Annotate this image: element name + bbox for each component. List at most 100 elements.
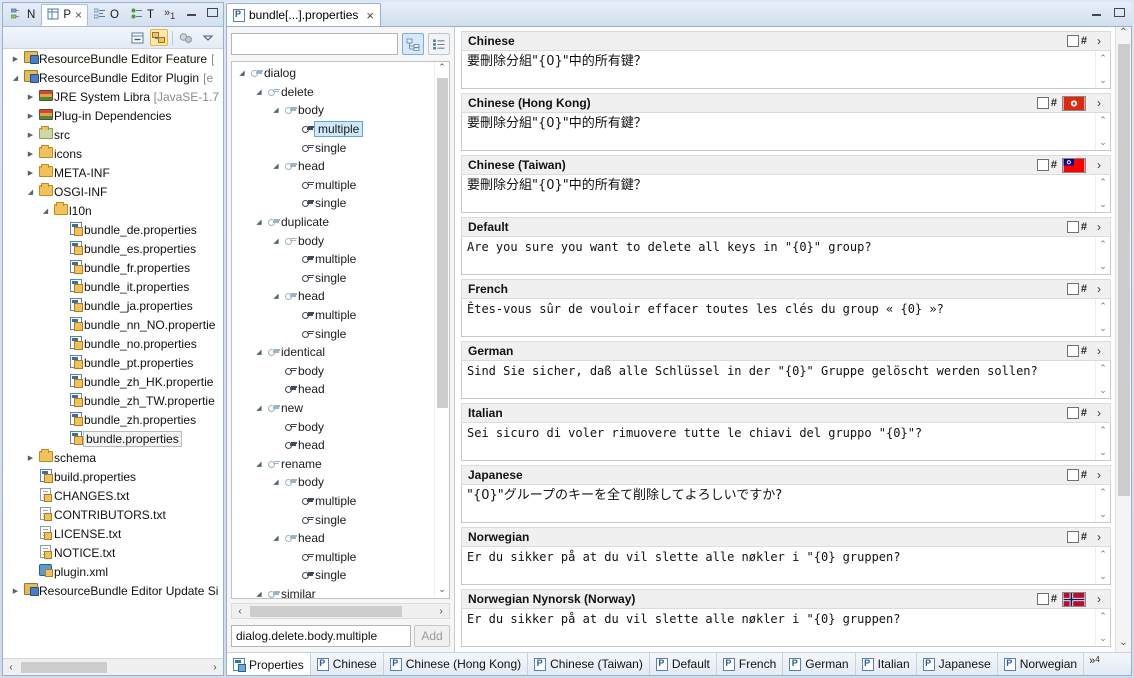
tree-item-bundle-pt-properties[interactable]: bundle_pt.properties: [3, 353, 223, 372]
scroll-up-icon[interactable]: ⌃: [1099, 487, 1107, 498]
textarea-scrollbar[interactable]: ⌃ ⌄: [1095, 485, 1110, 522]
expand-arrow-icon[interactable]: ◢: [253, 460, 265, 468]
translation-textarea[interactable]: 要刪除分組"{0}"中的所有鍵？ ⌃ ⌄: [461, 113, 1111, 151]
scroll-up-icon[interactable]: ⌃: [1099, 53, 1107, 64]
translation-textarea[interactable]: Er du sikker på at du vil slette alle nø…: [461, 609, 1111, 647]
link-with-editor-icon[interactable]: [150, 29, 168, 46]
key-tree-item[interactable]: ◢ body: [232, 231, 434, 250]
key-filter-input[interactable]: [231, 33, 398, 55]
collapse-all-icon[interactable]: [128, 29, 146, 46]
editor-tab-bundle-properties[interactable]: bundle[...].properties ×: [226, 3, 381, 26]
key-tree[interactable]: ◢ dialog ◢ delete ◢ body multiple single ◢ head mu…: [231, 61, 450, 599]
tree-item-bundle-de-properties[interactable]: bundle_de.properties: [3, 220, 223, 239]
bottom-tab-chinese[interactable]: Chinese: [311, 653, 384, 675]
bottom-tab-german[interactable]: German: [783, 653, 856, 675]
textarea-scrollbar[interactable]: ⌃ ⌄: [1095, 361, 1110, 398]
tree-item-bundle-zh-tw-propertie[interactable]: bundle_zh_TW.propertie: [3, 391, 223, 410]
scroll-up-icon[interactable]: ⌃: [1099, 611, 1107, 622]
tree-item-build-properties[interactable]: build.properties: [3, 467, 223, 486]
key-tree-item[interactable]: ◢ body: [232, 473, 434, 492]
key-tree-item[interactable]: body: [232, 417, 434, 436]
scroll-right-icon[interactable]: ›: [433, 606, 449, 617]
key-tree-item[interactable]: multiple: [232, 176, 434, 195]
tree-item-plug-in-dependencies[interactable]: ▶ Plug-in Dependencies: [3, 106, 223, 125]
add-key-button[interactable]: Add: [414, 625, 450, 647]
translation-text[interactable]: Sei sicuro di voler rimuovere tutte le c…: [462, 423, 1095, 460]
key-tree-item[interactable]: ◢ body: [232, 101, 434, 120]
expand-arrow-icon[interactable]: ◢: [270, 292, 282, 300]
scroll-up-icon[interactable]: ⌃: [1116, 27, 1131, 42]
translation-textarea[interactable]: "{0}"グループのキーを全て削除してよろしいですか? ⌃ ⌄: [461, 485, 1111, 523]
tree-item-bundle-zh-properties[interactable]: bundle_zh.properties: [3, 410, 223, 429]
view-tab-package-explorer[interactable]: P ×: [41, 4, 88, 26]
key-tree-vscrollbar[interactable]: ⌃ ⌄: [434, 62, 449, 598]
tree-item-license-txt[interactable]: LICENSE.txt: [3, 524, 223, 543]
scroll-up-icon[interactable]: ⌃: [1099, 239, 1107, 250]
textarea-scrollbar[interactable]: ⌃ ⌄: [1095, 175, 1110, 212]
translations-vscrollbar[interactable]: ⌃ ⌄: [1115, 27, 1131, 652]
translation-textarea[interactable]: Er du sikker på at du vil slette alle nø…: [461, 547, 1111, 585]
key-tree-item[interactable]: single: [232, 138, 434, 157]
textarea-scrollbar[interactable]: ⌃ ⌄: [1095, 51, 1110, 88]
key-tree-item[interactable]: ◢ head: [232, 157, 434, 176]
scroll-right-icon[interactable]: ›: [207, 662, 223, 673]
tree-item-resourcebundle-editor-feature[interactable]: ▶ ResourceBundle Editor Feature[: [3, 49, 223, 68]
tree-item-icons[interactable]: ▶ icons: [3, 144, 223, 163]
textarea-scrollbar[interactable]: ⌃ ⌄: [1095, 547, 1110, 584]
collapse-arrow-icon[interactable]: ▶: [24, 169, 37, 177]
expand-arrow-icon[interactable]: ◢: [270, 162, 282, 170]
key-tree-item[interactable]: ◢ rename: [232, 454, 434, 473]
scroll-down-icon[interactable]: ⌄: [1099, 633, 1107, 644]
tree-item-contributors-txt[interactable]: CONTRIBUTORS.txt: [3, 505, 223, 524]
tree-layout-icon[interactable]: [402, 33, 424, 55]
expand-chevron-icon[interactable]: ›: [1092, 220, 1106, 234]
scroll-up-icon[interactable]: ⌃: [435, 62, 449, 76]
tree-item-src[interactable]: ▶ src: [3, 125, 223, 144]
tree-item-notice-txt[interactable]: NOTICE.txt: [3, 543, 223, 562]
tree-item-bundle-it-properties[interactable]: bundle_it.properties: [3, 277, 223, 296]
maximize-editor-icon[interactable]: [1113, 7, 1126, 18]
key-tree-item[interactable]: multiple: [232, 250, 434, 269]
bottom-tab-chinese-taiwan[interactable]: Chinese (Taiwan): [528, 653, 650, 675]
textarea-scrollbar[interactable]: ⌃ ⌄: [1095, 299, 1110, 336]
hscroll-thumb[interactable]: [21, 661, 108, 673]
key-tree-item[interactable]: ◢ dialog: [232, 64, 434, 83]
maximize-view-icon[interactable]: [206, 7, 219, 18]
scroll-down-icon[interactable]: ⌄: [1099, 509, 1107, 520]
scroll-left-icon[interactable]: ‹: [3, 662, 19, 673]
expand-arrow-icon[interactable]: ◢: [253, 88, 265, 96]
key-tree-item[interactable]: multiple: [232, 306, 434, 325]
tree-item-bundle-es-properties[interactable]: bundle_es.properties: [3, 239, 223, 258]
collapse-arrow-icon[interactable]: ▶: [24, 93, 37, 101]
scroll-up-icon[interactable]: ⌃: [1099, 363, 1107, 374]
translation-checkbox[interactable]: [1036, 97, 1049, 109]
minimize-editor-icon[interactable]: [1090, 7, 1103, 18]
key-tree-item[interactable]: single: [232, 194, 434, 213]
tree-item-bundle-nn-no-propertie[interactable]: bundle_nn_NO.propertie: [3, 315, 223, 334]
scroll-down-icon[interactable]: ⌄: [1116, 637, 1131, 652]
view-tab-navigator[interactable]: N: [5, 4, 41, 26]
translation-text[interactable]: "{0}"グループのキーを全て削除してよろしいですか?: [462, 485, 1095, 522]
translation-text[interactable]: Are you sure you want to delete all keys…: [462, 237, 1095, 274]
scroll-up-icon[interactable]: ⌃: [1099, 177, 1107, 188]
textarea-scrollbar[interactable]: ⌃ ⌄: [1095, 237, 1110, 274]
bottom-tabs-overflow[interactable]: » 4: [1084, 653, 1105, 675]
translation-text[interactable]: Êtes-vous sûr de vouloir effacer toutes …: [462, 299, 1095, 336]
collapse-arrow-icon[interactable]: ▶: [24, 131, 37, 139]
scroll-down-icon[interactable]: ⌄: [1099, 571, 1107, 582]
collapse-arrow-icon[interactable]: ▶: [24, 112, 37, 120]
tree-item-osgi-inf[interactable]: ◢ OSGI-INF: [3, 182, 223, 201]
key-name-input[interactable]: [231, 625, 411, 647]
tree-item-l10n[interactable]: ◢ l10n: [3, 201, 223, 220]
key-tree-item[interactable]: single: [232, 269, 434, 288]
key-tree-item[interactable]: single: [232, 510, 434, 529]
translation-text[interactable]: 要刪除分組"{0}"中的所有鍵？: [462, 175, 1095, 212]
expand-arrow-icon[interactable]: ◢: [253, 348, 265, 356]
scroll-down-icon[interactable]: ⌄: [1099, 137, 1107, 148]
translation-textarea[interactable]: Are you sure you want to delete all keys…: [461, 237, 1111, 275]
tree-item-resourcebundle-editor-plugin[interactable]: ◢ ResourceBundle Editor Plugin [e: [3, 68, 223, 87]
key-tree-item[interactable]: multiple: [232, 492, 434, 511]
flat-layout-icon[interactable]: [428, 33, 450, 55]
expand-chevron-icon[interactable]: ›: [1092, 34, 1106, 48]
translation-text[interactable]: Er du sikker på at du vil slette alle nø…: [462, 547, 1095, 584]
